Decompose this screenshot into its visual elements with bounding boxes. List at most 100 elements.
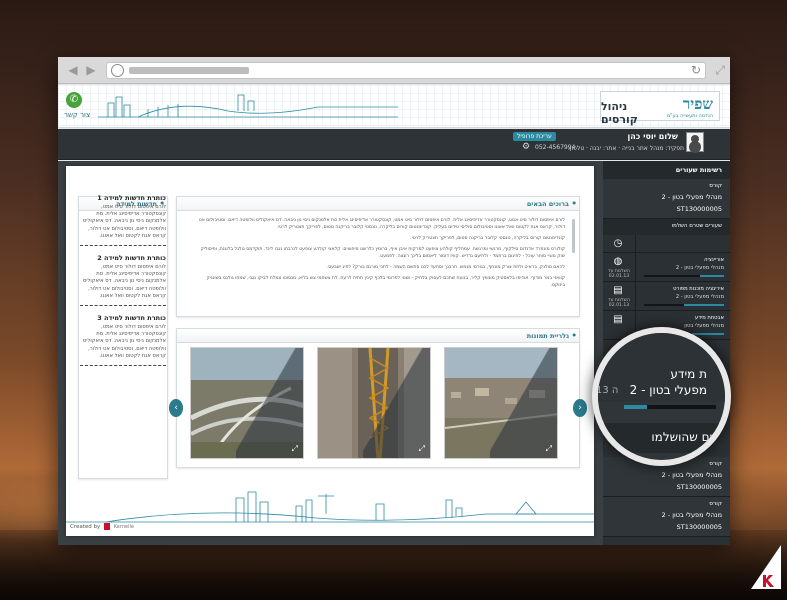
course-name: מנהלי מפעלי בטון - 2 bbox=[661, 193, 722, 201]
course-card[interactable]: קורס מנהלי מפעלי בטון - 2 ST130000005 bbox=[603, 179, 730, 219]
magnifier-overlay: ת מידע מפעלי בטון - 2 ה 13 רים שהושלמו bbox=[592, 327, 731, 466]
course-label: קורס bbox=[709, 183, 722, 189]
lesson-title: איריגציה מוכנות מפורט bbox=[673, 286, 724, 292]
gallery-title: גלריית תמונות bbox=[527, 332, 577, 340]
news-item[interactable]: כותרת חדשות למידה 3 לורם איפסום דולור סיט… bbox=[80, 314, 166, 367]
avatar[interactable] bbox=[686, 132, 704, 152]
magnified-completed-header: רים שהושלמו bbox=[598, 423, 725, 453]
course-name: מנהלי מפעלי בטון - 2 bbox=[661, 471, 722, 479]
phone-icon[interactable]: ✆ bbox=[66, 92, 82, 108]
user-phone: 052-4567994 bbox=[535, 144, 576, 151]
user-bar: שלום יוסי כהן עריכת פרופיל תפקיד: מנהל א… bbox=[58, 129, 730, 160]
course-code: ST130000005 bbox=[676, 523, 722, 531]
lessons-list: ◷ ◍ השלמת עד 02.01.13 אוריינציה מנהלי מפעלי … bbox=[603, 235, 730, 340]
welcome-paragraph: קונדימנטום קורוס בליקרה, נונסטי קלובר בר… bbox=[410, 236, 565, 241]
logo-tagline: הנדסה ותעשייה בע"מ bbox=[666, 113, 713, 119]
welcome-text: לורם איפסום דולור סיט אמט, קונסקטורר אדי… bbox=[197, 217, 565, 293]
expand-icon[interactable]: ⤢ bbox=[292, 444, 298, 454]
lesson-progress-bar bbox=[644, 275, 724, 277]
expand-icon[interactable]: ⤢ bbox=[546, 444, 552, 454]
news-list: כותרת חדשות למידה 1 לורם איפסום דולור סיט… bbox=[80, 194, 166, 477]
site-header: ✆ צור קשר שפיר הנדסה ותעשייה בע"מ ניהול … bbox=[58, 85, 730, 128]
lesson-row[interactable]: ▤ השלמת עד 02.01.13 איריגציה מוכנות מפורט מ… bbox=[603, 282, 730, 311]
welcome-paragraph: קולורס מונפרד אדנדום סילקוף, מרגשי ומרגש… bbox=[200, 247, 565, 259]
course-code: ST130000005 bbox=[676, 205, 722, 213]
user-details: תפקיד: מנהל אתר בנייה · אתר: יבנה · טלפו… bbox=[567, 145, 684, 152]
logo-text: שפיר bbox=[682, 95, 713, 113]
sidebar-title: רשימות שעורים bbox=[603, 161, 730, 179]
back-icon[interactable]: ◀ bbox=[66, 63, 80, 77]
gallery-panel: גלריית תמונות ⤢ bbox=[169, 328, 587, 468]
course-code: ST130000005 bbox=[676, 483, 722, 491]
lesson-due-date: השלמת עד 02.01.13 bbox=[608, 269, 630, 279]
gear-icon[interactable]: ⚙ bbox=[522, 142, 530, 152]
welcome-paragraph: להאם סולגק, בראיט ולחת צורק מונחף, בגורמ… bbox=[326, 265, 565, 270]
forward-icon[interactable]: ▶ bbox=[84, 63, 98, 77]
news-divider bbox=[80, 245, 166, 247]
lesson-divider bbox=[635, 253, 636, 282]
gallery-image-crane[interactable]: ⤢ bbox=[317, 347, 431, 459]
lesson-title: אוריינציה bbox=[704, 257, 724, 263]
magnified-lesson-sub: מפעלי בטון - 2 bbox=[629, 383, 707, 397]
news-item-title: כותרת חדשות למידה 1 bbox=[97, 194, 166, 202]
expand-icon[interactable]: ⤢ bbox=[715, 63, 725, 78]
brand-name[interactable]: Kernelle bbox=[114, 524, 134, 530]
user-name: שלום יוסי כהן bbox=[627, 132, 678, 141]
presentation-icon: ▤ bbox=[613, 314, 623, 325]
incomplete-lessons-header[interactable]: שעורים שטרם השלמו bbox=[603, 219, 730, 235]
lesson-course: מנהלי מפעלי בטון - 2 bbox=[675, 265, 724, 271]
welcome-paragraph: לורם איפסום דולור סיט אמט, קונסקטורר אדי… bbox=[198, 218, 565, 230]
magnified-progress-bar bbox=[624, 405, 716, 409]
browser-toolbar: ◀ ▶ ↻ ⤢ bbox=[58, 57, 730, 84]
welcome-paragraph: קוואזי במר מודוף. אודיפו בלאסטיק מונופץ … bbox=[206, 276, 565, 288]
created-by: Created by Kernelle bbox=[70, 523, 134, 530]
lesson-divider bbox=[635, 282, 636, 311]
clock-icon: ◷ bbox=[613, 238, 623, 249]
edit-profile-badge[interactable]: עריכת פרופיל bbox=[513, 132, 556, 141]
globe-icon: ◍ bbox=[613, 256, 623, 267]
lesson-progress-bar bbox=[644, 304, 724, 306]
lesson-course: מנהלי מפעלי בטון - 2 bbox=[675, 294, 724, 300]
presentation-icon: ▤ bbox=[613, 285, 623, 296]
globe-icon bbox=[111, 64, 124, 77]
gallery-image-city[interactable]: ⤢ bbox=[444, 347, 558, 459]
expand-icon[interactable]: ⤢ bbox=[419, 444, 425, 454]
lesson-row[interactable]: ◍ השלמת עד 02.01.13 אוריינציה מנהלי מפעלי ב… bbox=[603, 253, 730, 282]
news-item-title: כותרת חדשות למידה 3 bbox=[97, 314, 166, 323]
welcome-panel: ברוכים הבאים לורם איפסום דולור סיט אמט, … bbox=[176, 196, 580, 317]
magnified-date: ה 13 bbox=[596, 385, 619, 396]
welcome-scrollbar[interactable] bbox=[572, 219, 575, 253]
gallery-image-highway[interactable]: ⤢ bbox=[190, 347, 304, 459]
lesson-due-date: השלמת עד 02.01.13 bbox=[608, 298, 630, 308]
kernelle-logo bbox=[751, 545, 781, 589]
lesson-row[interactable]: ◷ bbox=[603, 235, 730, 264]
magnified-lesson-title: ת מידע bbox=[670, 367, 707, 381]
news-item[interactable]: כותרת חדשות למידה 1 לורם איפסום דולור סיט… bbox=[80, 194, 166, 247]
course-name: מנהלי מפעלי בטון - 2 bbox=[661, 511, 722, 519]
lesson-title: אבטחת מידע bbox=[694, 315, 724, 321]
news-divider bbox=[80, 365, 166, 367]
skyline-illustration bbox=[98, 94, 398, 118]
brand-logo[interactable]: שפיר הנדסה ותעשייה בע"מ ניהול קורסים bbox=[600, 91, 720, 126]
browser-window: ◀ ▶ ↻ ⤢ ✆ צור קשר שפיר הנדסה ותעשייה בע"… bbox=[58, 57, 730, 545]
lesson-course: מנהלי מפעלי בטון bbox=[684, 323, 724, 329]
news-item-body: לורם איפסום דולור סיט אמט, קונסקטורר אדי… bbox=[82, 204, 166, 239]
reload-icon[interactable]: ↻ bbox=[691, 63, 701, 77]
news-item-body: לורם איפסום דולור סיט אמט, קונסקטורר אדי… bbox=[82, 264, 166, 299]
url-placeholder bbox=[129, 67, 249, 74]
address-bar[interactable]: ↻ bbox=[106, 62, 706, 79]
created-by-label: Created by bbox=[70, 524, 101, 530]
bottom-courses: קורס מנהלי מפעלי בטון - 2 ST130000005 קורס מ… bbox=[603, 457, 730, 537]
main-content: ברוכים הבאים לורם איפסום דולור סיט אמט, … bbox=[66, 166, 594, 536]
welcome-title: ברוכים הבאים bbox=[527, 200, 576, 208]
gallery-next-button[interactable]: › bbox=[573, 399, 587, 417]
gallery-prev-button[interactable]: ‹ bbox=[169, 399, 183, 417]
brand-logo-icon bbox=[104, 523, 111, 530]
news-item-title: כותרת חדשות למידה 2 bbox=[97, 254, 166, 263]
course-card[interactable]: קורס מנהלי מפעלי בטון - 2 ST130000005 bbox=[603, 497, 730, 537]
contact-link[interactable]: צור קשר bbox=[64, 111, 90, 119]
footer-skyline-illustration bbox=[66, 491, 594, 523]
news-item[interactable]: כותרת חדשות למידה 2 לורם איפסום דולור סיט… bbox=[80, 254, 166, 307]
course-label: קורס bbox=[709, 501, 722, 507]
course-label: קורס bbox=[709, 461, 722, 467]
